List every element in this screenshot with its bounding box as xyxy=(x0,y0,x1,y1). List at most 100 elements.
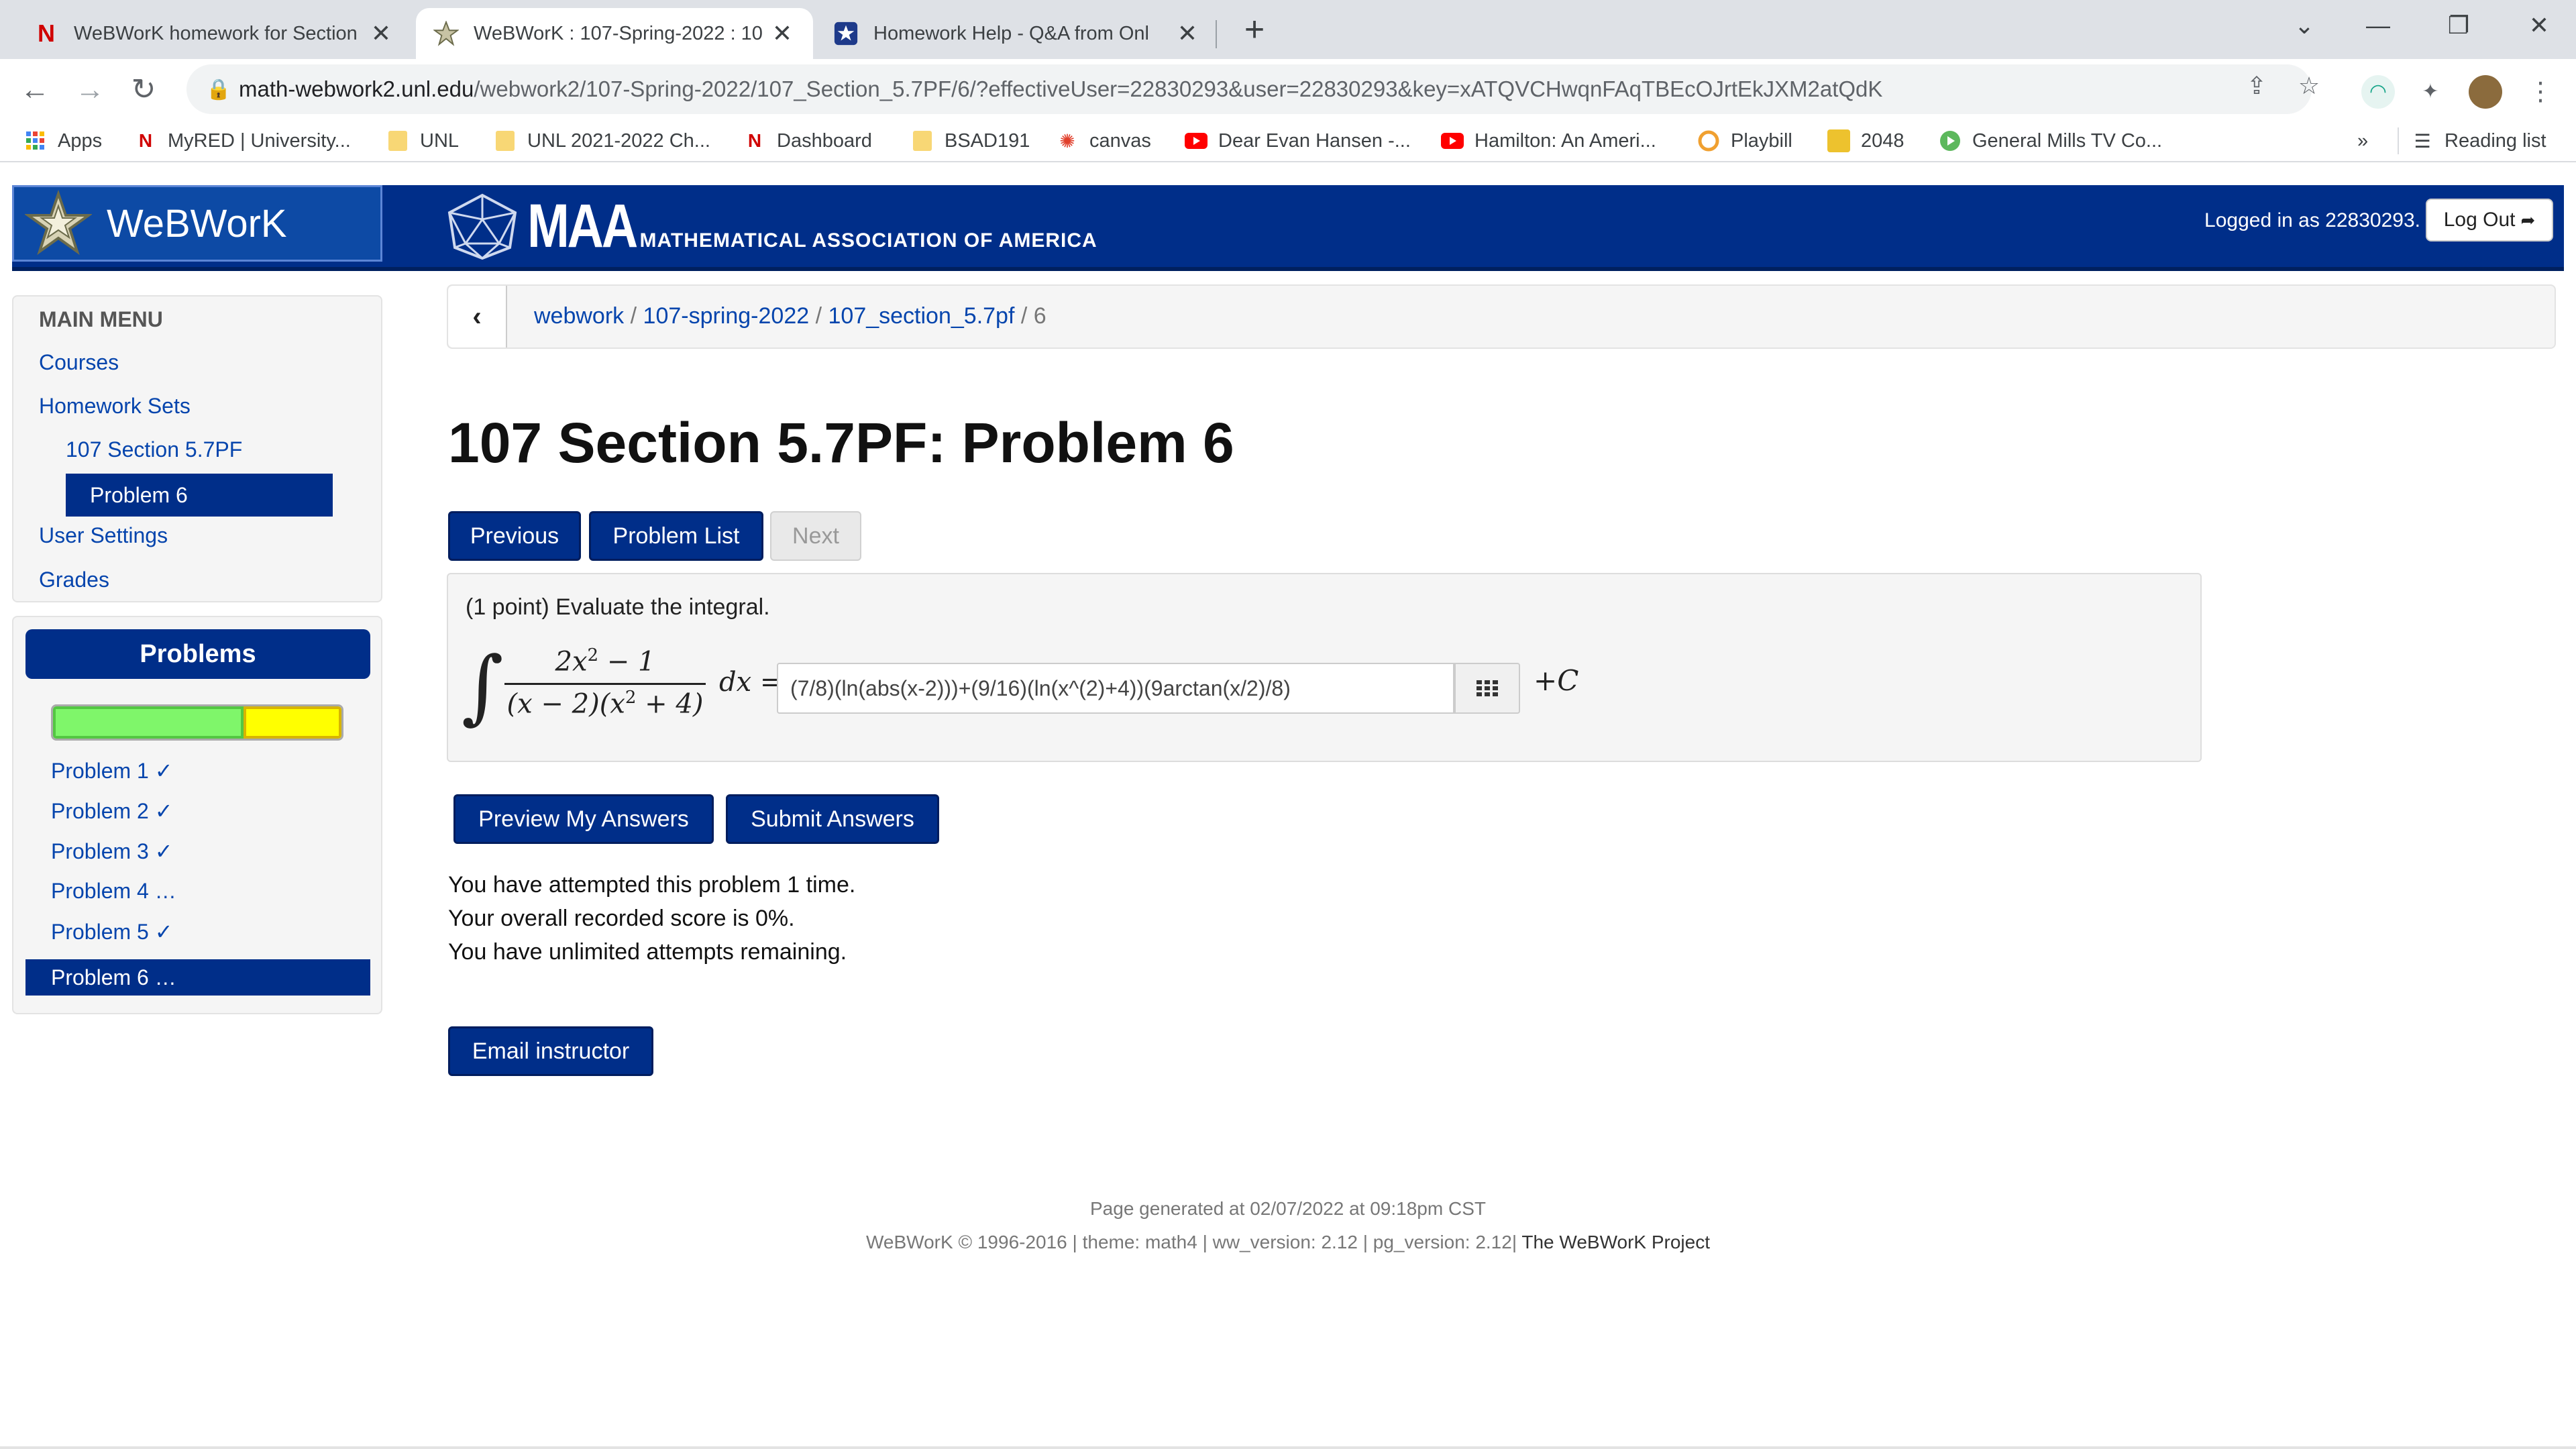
bookmark-label: Playbill xyxy=(1731,129,1792,152)
minimize-icon[interactable]: — xyxy=(2341,0,2415,51)
progress-correct xyxy=(53,706,244,739)
problems-panel: Problems Problem 1 ✓ Problem 2 ✓ Problem… xyxy=(12,616,382,1014)
submit-answers-button[interactable]: Submit Answers xyxy=(726,794,939,844)
bookmark-label: UNL 2021-2022 Ch... xyxy=(527,129,710,152)
bookmark-hamilton[interactable]: Hamilton: An Ameri... xyxy=(1441,119,1656,162)
problem-link-1[interactable]: Problem 1 ✓ xyxy=(51,758,173,784)
bookmark-label: General Mills TV Co... xyxy=(1972,129,2163,152)
preview-answers-button[interactable]: Preview My Answers xyxy=(453,794,714,844)
menu-homework-sets[interactable]: Homework Sets xyxy=(39,394,191,419)
progress-incomplete xyxy=(244,706,341,739)
score-text: Your overall recorded score is 0%. xyxy=(448,906,795,931)
webwork-logo[interactable]: WeBWorK xyxy=(12,185,382,262)
nebraska-n-icon: N xyxy=(38,19,55,47)
problem-link-6-current[interactable]: Problem 6 … xyxy=(25,959,370,996)
breadcrumb: ‹ webwork / 107-spring-2022 / 107_sectio… xyxy=(447,284,2556,349)
bookmark-star-icon[interactable]: ☆ xyxy=(2289,66,2329,106)
extension-icon[interactable]: ◠ xyxy=(2361,75,2395,109)
email-instructor-button[interactable]: Email instructor xyxy=(448,1026,653,1076)
bookmark-label: 2048 xyxy=(1861,129,1904,152)
menu-user-settings[interactable]: User Settings xyxy=(39,523,168,548)
problem-box: (1 point) Evaluate the integral. ∫ 2x2 −… xyxy=(447,573,2202,762)
more-label: » xyxy=(2357,129,2369,152)
close-tab-icon[interactable]: ✕ xyxy=(769,19,796,48)
canvas-icon: ✺ xyxy=(1059,130,1075,152)
restore-icon[interactable]: ❐ xyxy=(2422,0,2496,51)
menu-courses[interactable]: Courses xyxy=(39,350,119,375)
bookmark-playbill[interactable]: Playbill xyxy=(1697,119,1792,162)
kebab-menu-icon[interactable]: ⋮ xyxy=(2524,75,2557,109)
lock-icon: 🔒 xyxy=(206,78,231,101)
breadcrumb-sep: / xyxy=(630,303,643,329)
breadcrumb-webwork[interactable]: webwork xyxy=(534,303,624,329)
browser-toolbar: ← → ↻ 🔒 math-webwork2.unl.edu/webwork2/1… xyxy=(0,59,2576,119)
reading-list[interactable]: ☰ Reading list xyxy=(2411,119,2546,162)
problem-list-button[interactable]: Problem List xyxy=(589,511,763,561)
bookmark-dashboard[interactable]: N Dashboard xyxy=(743,119,872,162)
bookmark-dear-evan-hansen[interactable]: Dear Evan Hansen -... xyxy=(1185,119,1411,162)
bookmark-label: canvas xyxy=(1089,129,1151,152)
problem-link-5[interactable]: Problem 5 ✓ xyxy=(51,919,173,945)
address-bar[interactable]: 🔒 math-webwork2.unl.edu/webwork2/107-Spr… xyxy=(186,64,2312,114)
menu-grades[interactable]: Grades xyxy=(39,568,109,592)
close-tab-icon[interactable]: ✕ xyxy=(368,19,394,48)
youtube-icon xyxy=(1441,129,1464,152)
tab-title: WeBWorK : 107-Spring-2022 : 10 xyxy=(474,22,763,44)
next-button[interactable]: Next xyxy=(770,511,861,561)
bookmark-myred[interactable]: N MyRED | University... xyxy=(134,119,351,162)
bookmark-2048[interactable]: 2048 xyxy=(1827,119,1904,162)
menu-section[interactable]: 107 Section 5.7PF xyxy=(66,437,242,462)
maa-subtitle: MATHEMATICAL ASSOCIATION OF AMERICA xyxy=(639,229,1097,252)
problem-link-2[interactable]: Problem 2 ✓ xyxy=(51,798,173,824)
avatar[interactable] xyxy=(2469,75,2502,109)
youtube-icon xyxy=(1185,129,1208,152)
back-arrow-icon[interactable]: ← xyxy=(15,70,55,110)
bookmark-unl[interactable]: UNL xyxy=(386,119,459,162)
problem-link-4[interactable]: Problem 4 … xyxy=(51,879,176,904)
bookmark-apps[interactable]: Apps xyxy=(24,119,102,162)
numerator: 2x2 − 1 xyxy=(555,645,655,678)
answer-input[interactable]: (7/8)(ln(abs(x-2)))+(9/16)(ln(x^(2)+4))(… xyxy=(777,663,1454,714)
close-window-icon[interactable]: ✕ xyxy=(2502,0,2576,51)
forward-arrow-icon[interactable]: → xyxy=(70,70,110,110)
equation-editor-button[interactable] xyxy=(1454,663,1520,714)
close-tab-icon[interactable]: ✕ xyxy=(1174,19,1201,48)
brand-name: WeBWorK xyxy=(107,201,287,246)
maa-logo[interactable]: MAA MATHEMATICAL ASSOCIATION OF AMERICA xyxy=(445,189,1097,263)
webwork-project-link[interactable]: The WeBWorK Project xyxy=(1521,1232,1710,1252)
breadcrumb-course[interactable]: 107-spring-2022 xyxy=(643,303,810,329)
bookmark-label: Apps xyxy=(58,129,103,152)
page-bottom-border xyxy=(0,1446,2576,1449)
tab-homework-help[interactable]: Homework Help - Q&A from Onl ✕ xyxy=(816,8,1218,59)
bookmark-label: Hamilton: An Ameri... xyxy=(1474,129,1656,152)
chevron-left-icon[interactable]: ‹ xyxy=(448,286,507,347)
tab-title: WeBWorK homework for Section xyxy=(74,22,358,44)
problem-link-3[interactable]: Problem 3 ✓ xyxy=(51,839,173,864)
dx-equals: dx = xyxy=(719,667,783,698)
page-generated-text: Page generated at 02/07/2022 at 09:18pm … xyxy=(1090,1198,1486,1219)
nebraska-n-icon: N xyxy=(747,130,762,151)
previous-button[interactable]: Previous xyxy=(448,511,581,561)
tab-separator xyxy=(1216,20,1217,48)
tab-webwork-homework[interactable]: N WeBWorK homework for Section ✕ xyxy=(16,8,412,59)
plus-c-constant: +C xyxy=(1534,664,1579,697)
share-icon[interactable]: ⇪ xyxy=(2237,66,2277,106)
new-tab-button[interactable]: + xyxy=(1234,9,1275,50)
tab-strip: N WeBWorK homework for Section ✕ WeBWorK… xyxy=(0,0,2576,59)
reload-icon[interactable]: ↻ xyxy=(123,70,164,110)
bookmark-general-mills[interactable]: General Mills TV Co... xyxy=(1939,119,2162,162)
tab-webwork-current[interactable]: WeBWorK : 107-Spring-2022 : 10 ✕ xyxy=(416,8,813,59)
bookmark-canvas[interactable]: ✺ canvas xyxy=(1056,119,1151,162)
puzzle-icon[interactable]: ✦ xyxy=(2414,75,2447,109)
tab-search-icon[interactable]: ⌄ xyxy=(2267,0,2341,51)
progress-bar xyxy=(51,704,343,741)
bookmark-bsad191[interactable]: BSAD191 xyxy=(911,119,1030,162)
breadcrumb-section[interactable]: 107_section_5.7pf xyxy=(828,303,1015,329)
more-bookmarks-chevron[interactable]: » xyxy=(2357,119,2368,162)
logout-button[interactable]: Log Out ➦ xyxy=(2426,199,2553,241)
menu-current-problem[interactable]: Problem 6 xyxy=(66,474,333,517)
bookmark-unl-2021[interactable]: UNL 2021-2022 Ch... xyxy=(494,119,710,162)
bookmark-label: Dashboard xyxy=(777,129,872,152)
keypad-grid-icon xyxy=(1477,680,1498,696)
folder-icon xyxy=(494,129,517,152)
